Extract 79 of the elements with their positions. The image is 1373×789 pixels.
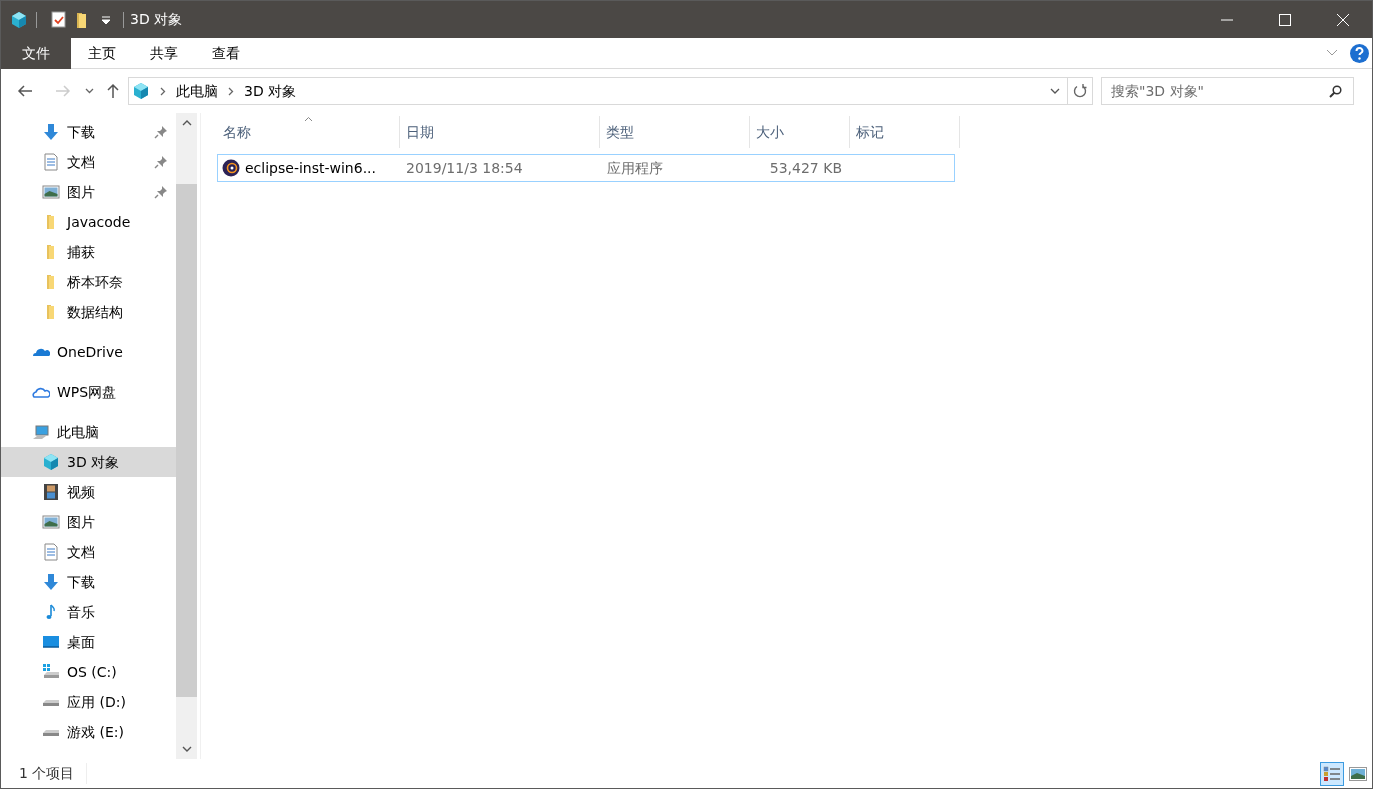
- nav-item[interactable]: 捕获: [1, 237, 176, 267]
- pin-icon: [154, 185, 168, 199]
- sort-up-icon[interactable]: [304, 116, 313, 122]
- search-field[interactable]: 搜索"3D 对象": [1101, 77, 1354, 105]
- nav-item[interactable]: OneDrive: [1, 337, 176, 367]
- nav-item[interactable]: 文档: [1, 537, 176, 567]
- nav-item[interactable]: 3D 对象: [1, 447, 176, 477]
- nav-item[interactable]: 文档: [1, 147, 176, 177]
- nav-item[interactable]: 桥本环奈: [1, 267, 176, 297]
- nav-item[interactable]: 图片: [1, 177, 176, 207]
- desktop-icon: [42, 633, 60, 651]
- nav-item[interactable]: 应用 (D:): [1, 687, 176, 717]
- drive-icon: [42, 698, 60, 706]
- scrollbar-thumb[interactable]: [176, 184, 197, 697]
- document-icon: [42, 543, 60, 561]
- dropdown-caret-icon[interactable]: [101, 14, 111, 25]
- address-bar[interactable]: 此电脑 3D 对象: [128, 77, 1093, 105]
- file-name: eclipse-inst-win6...: [245, 158, 376, 178]
- app-icon: [222, 159, 240, 177]
- ribbon-tab[interactable]: 主页: [71, 37, 133, 69]
- maximize-icon: [1279, 13, 1291, 26]
- down-arrow-icon: [42, 573, 60, 591]
- checklist-icon[interactable]: [51, 11, 67, 28]
- ribbon-tab[interactable]: 查看: [195, 37, 257, 69]
- pin-icon: [154, 125, 168, 139]
- nav-item[interactable]: 图片: [1, 507, 176, 537]
- drive-icon: [42, 728, 60, 736]
- picture-icon: [42, 513, 60, 531]
- minimize-icon: [1221, 18, 1233, 21]
- scrollbar[interactable]: [176, 113, 197, 759]
- pin-icon: [154, 155, 168, 169]
- breadcrumb[interactable]: 3D 对象: [244, 80, 297, 102]
- type-cell-text: 应用程序: [606, 158, 664, 178]
- details-view-button[interactable]: [1320, 761, 1344, 786]
- nav-item[interactable]: WPS网盘: [1, 377, 176, 407]
- column-header[interactable]: 标记: [850, 121, 884, 143]
- cube-icon: [10, 10, 28, 29]
- nav-item[interactable]: 此电脑: [1, 417, 176, 447]
- column-header[interactable]: 日期: [400, 121, 434, 143]
- refresh-icon[interactable]: [1073, 84, 1087, 98]
- drive-icon: [42, 663, 60, 681]
- file-tab[interactable]: 文件: [1, 37, 71, 69]
- date-cell-text: 2019/11/3 18:54: [405, 158, 524, 178]
- nav-item[interactable]: 视频: [1, 477, 176, 507]
- nav-item[interactable]: 音乐: [1, 597, 176, 627]
- cube-icon: [42, 453, 60, 471]
- close-icon: [1337, 13, 1349, 26]
- column-header[interactable]: 大小: [750, 121, 784, 143]
- nav-item[interactable]: Javacode: [1, 207, 176, 237]
- window-title: 3D 对象: [130, 10, 183, 29]
- chevron-down-icon[interactable]: [1050, 87, 1060, 95]
- column-header[interactable]: 名称: [217, 121, 251, 143]
- picture-icon: [42, 183, 60, 201]
- down-arrow-icon: [42, 123, 60, 141]
- ribbon-tab[interactable]: 共享: [133, 37, 195, 69]
- nav-item[interactable]: OS (C:): [1, 657, 176, 687]
- document-icon: [42, 153, 60, 171]
- help-icon[interactable]: [1350, 43, 1369, 63]
- size-cell-text: 53,427 KB: [768, 158, 843, 178]
- column-header[interactable]: 类型: [600, 121, 634, 143]
- nav-item[interactable]: 下载: [1, 567, 176, 597]
- nav-item[interactable]: 桌面: [1, 627, 176, 657]
- chevron-right-icon[interactable]: [228, 86, 234, 96]
- status-text: 1 个项目: [1, 763, 88, 784]
- cube-icon: [132, 82, 150, 100]
- folder-icon[interactable]: [75, 10, 89, 29]
- up-arrow-icon[interactable]: [106, 83, 120, 99]
- search-icon[interactable]: [1329, 84, 1342, 98]
- search-input[interactable]: 搜索"3D 对象": [1102, 80, 1329, 102]
- chevron-down-icon[interactable]: [85, 88, 94, 94]
- chevron-right-icon[interactable]: [160, 86, 166, 96]
- computer-icon: [32, 423, 50, 441]
- file-row[interactable]: eclipse-inst-win6... 2019/11/3 18:54 应用程序 53,427 KB: [217, 154, 955, 182]
- nav-item[interactable]: 下载: [1, 117, 176, 147]
- nav-item[interactable]: 数据结构: [1, 297, 176, 327]
- breadcrumb[interactable]: 此电脑: [176, 80, 218, 102]
- nav-item[interactable]: 游戏 (E:): [1, 717, 176, 747]
- back-arrow-icon[interactable]: [17, 84, 33, 98]
- film-icon: [42, 483, 60, 501]
